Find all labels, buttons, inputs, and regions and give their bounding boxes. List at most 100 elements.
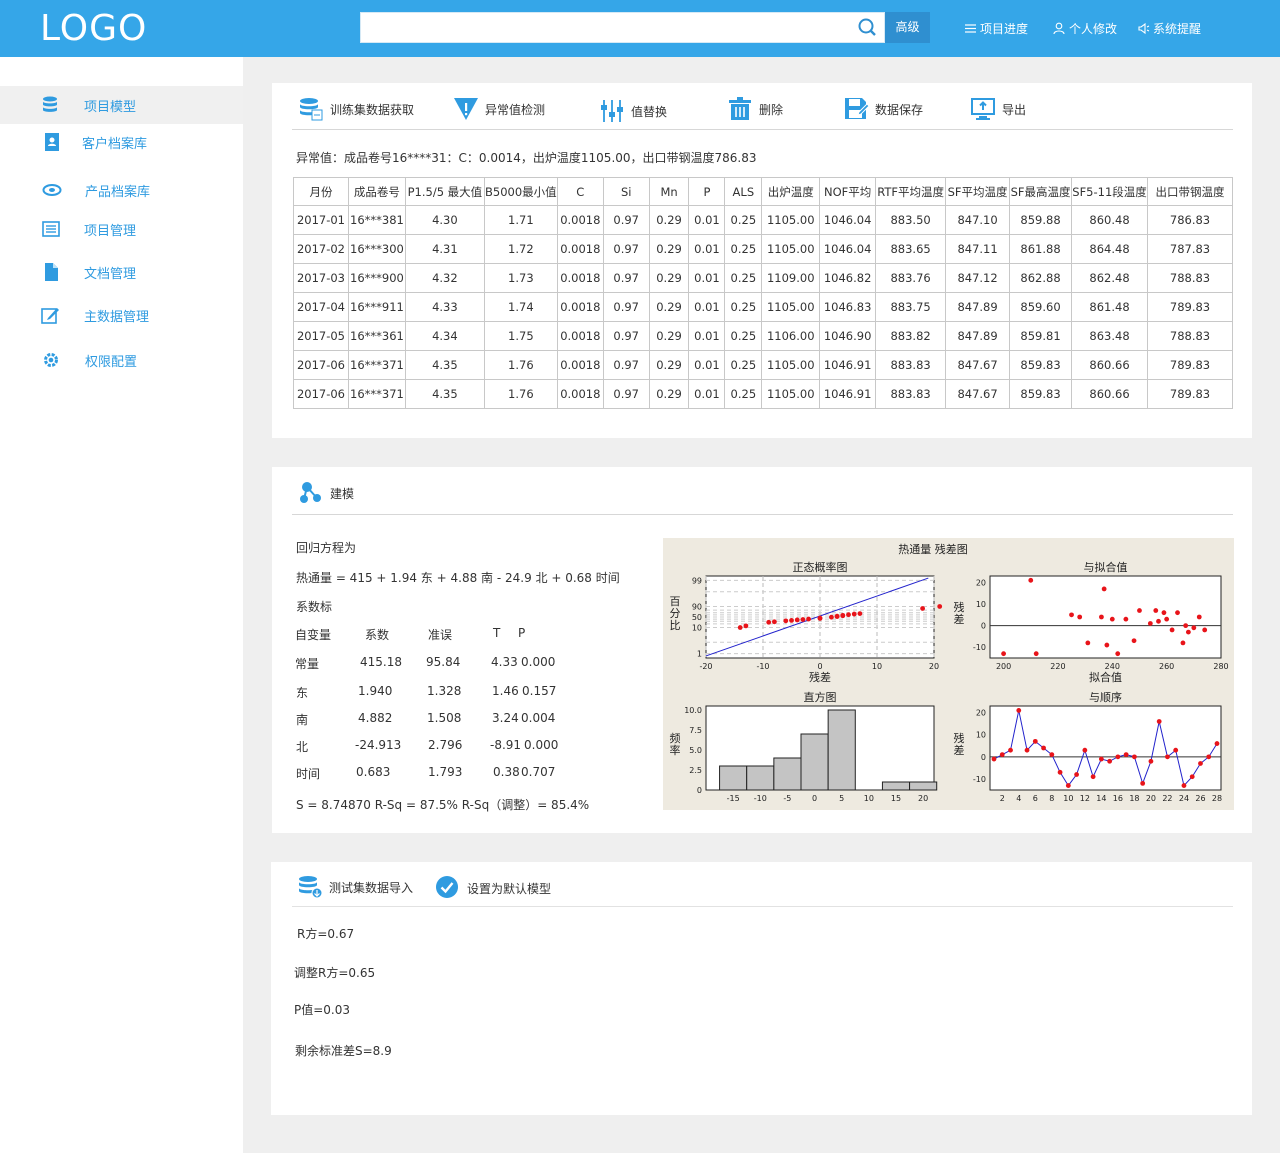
table-cell[interactable]: 859.60 <box>1009 292 1073 322</box>
table-cell[interactable]: 4.35 <box>404 379 485 409</box>
table-cell[interactable]: 0.0018 <box>556 263 604 293</box>
table-cell[interactable]: 0.01 <box>688 263 726 293</box>
table-cell[interactable]: 883.50 <box>875 205 947 235</box>
table-cell[interactable]: 1046.04 <box>819 234 877 264</box>
table-cell[interactable]: 1105.00 <box>761 292 821 322</box>
table-cell[interactable]: 4.33 <box>404 292 485 322</box>
column-header[interactable]: P <box>688 177 726 206</box>
sidebar-item-project-model[interactable]: 项目模型 <box>0 86 243 124</box>
table-cell[interactable]: 860.66 <box>1071 379 1149 409</box>
column-header[interactable]: NOF平均 <box>819 177 877 206</box>
table-cell[interactable]: 0.0018 <box>556 350 604 380</box>
table-cell[interactable]: 4.34 <box>404 321 485 351</box>
table-cell[interactable]: 789.83 <box>1147 292 1233 322</box>
table-cell[interactable]: 1.72 <box>483 234 558 264</box>
nav-project-progress[interactable]: 项目进度 <box>964 20 1028 37</box>
table-cell[interactable]: 1105.00 <box>761 205 821 235</box>
column-header[interactable]: 出口带钢温度 <box>1147 177 1233 206</box>
set-default-model-button[interactable]: 设置为默认模型 <box>435 875 551 901</box>
table-cell[interactable]: 2017-01 <box>293 205 349 235</box>
table-row[interactable]: 2017-03 16***900 4.32 1.73 0.0018 0.97 0.29 0.0… <box>293 263 1233 293</box>
table-cell[interactable]: 0.25 <box>724 234 763 264</box>
table-cell[interactable]: 16***361 <box>347 321 406 351</box>
table-cell[interactable]: 0.01 <box>688 321 726 351</box>
nav-system-alert[interactable]: 系统提醒 <box>1137 20 1201 37</box>
table-cell[interactable]: 883.65 <box>875 234 947 264</box>
table-cell[interactable]: 2017-05 <box>293 321 349 351</box>
column-header[interactable]: SF5-11段温度 <box>1071 177 1149 206</box>
table-row[interactable]: 2017-06 16***371 4.35 1.76 0.0018 0.97 0.29 0.0… <box>293 379 1233 409</box>
table-cell[interactable]: 864.48 <box>1071 234 1149 264</box>
table-cell[interactable]: 0.97 <box>602 350 650 380</box>
table-cell[interactable]: 847.89 <box>945 321 1011 351</box>
table-cell[interactable]: 789.83 <box>1147 350 1233 380</box>
table-cell[interactable]: 2017-04 <box>293 292 349 322</box>
table-cell[interactable]: 0.01 <box>688 292 726 322</box>
table-cell[interactable]: 4.35 <box>404 350 485 380</box>
table-cell[interactable]: 0.01 <box>688 234 726 264</box>
table-cell[interactable]: 0.01 <box>688 350 726 380</box>
train-data-fetch-button[interactable]: 训练集数据获取 <box>298 96 414 122</box>
column-header[interactable]: RTF平均温度 <box>875 177 947 206</box>
table-cell[interactable]: 883.76 <box>875 263 947 293</box>
table-cell[interactable]: 0.25 <box>724 321 763 351</box>
table-cell[interactable]: 847.10 <box>945 205 1011 235</box>
table-cell[interactable]: 0.29 <box>648 263 690 293</box>
table-cell[interactable]: 0.29 <box>648 292 690 322</box>
sidebar-item-master-data[interactable]: 主数据管理 <box>0 296 243 334</box>
column-header[interactable]: 月份 <box>293 177 349 206</box>
table-cell[interactable]: 847.67 <box>945 379 1011 409</box>
table-cell[interactable]: 16***300 <box>347 234 406 264</box>
table-row[interactable]: 2017-06 16***371 4.35 1.76 0.0018 0.97 0.29 0.0… <box>293 350 1233 380</box>
table-cell[interactable]: 1046.82 <box>819 263 877 293</box>
column-header[interactable]: C <box>556 177 604 206</box>
table-cell[interactable]: 859.88 <box>1009 205 1073 235</box>
table-row[interactable]: 2017-05 16***361 4.34 1.75 0.0018 0.97 0.29 0.0… <box>293 321 1233 351</box>
column-header[interactable]: 出炉温度 <box>761 177 821 206</box>
table-row[interactable]: 2017-02 16***300 4.31 1.72 0.0018 0.97 0.29 0.0… <box>293 234 1233 264</box>
table-cell[interactable]: 883.82 <box>875 321 947 351</box>
table-cell[interactable]: 786.83 <box>1147 205 1233 235</box>
table-cell[interactable]: 1.74 <box>483 292 558 322</box>
column-header[interactable]: SF平均温度 <box>945 177 1011 206</box>
table-cell[interactable]: 847.12 <box>945 263 1011 293</box>
table-cell[interactable]: 0.0018 <box>556 379 604 409</box>
table-cell[interactable]: 0.29 <box>648 350 690 380</box>
value-replace-button[interactable]: 值替换 <box>599 98 667 124</box>
table-cell[interactable]: 1046.04 <box>819 205 877 235</box>
table-cell[interactable]: 16***381 <box>347 205 406 235</box>
column-header[interactable]: B5000最小值 <box>483 177 558 206</box>
table-cell[interactable]: 0.01 <box>688 205 726 235</box>
table-cell[interactable]: 860.48 <box>1071 205 1149 235</box>
table-cell[interactable]: 1.71 <box>483 205 558 235</box>
table-cell[interactable]: 861.48 <box>1071 292 1149 322</box>
column-header[interactable]: P1.5/5 最大值 <box>404 177 485 206</box>
table-cell[interactable]: 861.88 <box>1009 234 1073 264</box>
nav-personal-edit[interactable]: 个人修改 <box>1053 20 1117 37</box>
table-cell[interactable]: 860.66 <box>1071 350 1149 380</box>
table-cell[interactable]: 0.97 <box>602 234 650 264</box>
sidebar-item-product-archive[interactable]: 产品档案库 <box>0 171 243 209</box>
table-cell[interactable]: 1105.00 <box>761 379 821 409</box>
table-cell[interactable]: 862.88 <box>1009 263 1073 293</box>
table-cell[interactable]: 1105.00 <box>761 350 821 380</box>
column-header[interactable]: Si <box>602 177 650 206</box>
table-cell[interactable]: 0.97 <box>602 321 650 351</box>
table-cell[interactable]: 1.75 <box>483 321 558 351</box>
table-cell[interactable]: 0.25 <box>724 379 763 409</box>
table-row[interactable]: 2017-04 16***911 4.33 1.74 0.0018 0.97 0.29 0.0… <box>293 292 1233 322</box>
table-cell[interactable]: 0.25 <box>724 350 763 380</box>
table-cell[interactable]: 1.73 <box>483 263 558 293</box>
table-cell[interactable]: 0.29 <box>648 234 690 264</box>
table-cell[interactable]: 788.83 <box>1147 263 1233 293</box>
table-cell[interactable]: 0.0018 <box>556 205 604 235</box>
table-cell[interactable]: 2017-02 <box>293 234 349 264</box>
sidebar-item-document-management[interactable]: 文档管理 <box>0 253 243 291</box>
table-cell[interactable]: 788.83 <box>1147 321 1233 351</box>
table-cell[interactable]: 847.11 <box>945 234 1011 264</box>
sidebar-item-permission-config[interactable]: 权限配置 <box>0 341 243 379</box>
table-cell[interactable]: 0.01 <box>688 379 726 409</box>
sidebar-item-project-management[interactable]: 项目管理 <box>0 210 243 248</box>
table-cell[interactable]: 0.29 <box>648 321 690 351</box>
data-save-button[interactable]: 数据保存 <box>843 96 923 122</box>
